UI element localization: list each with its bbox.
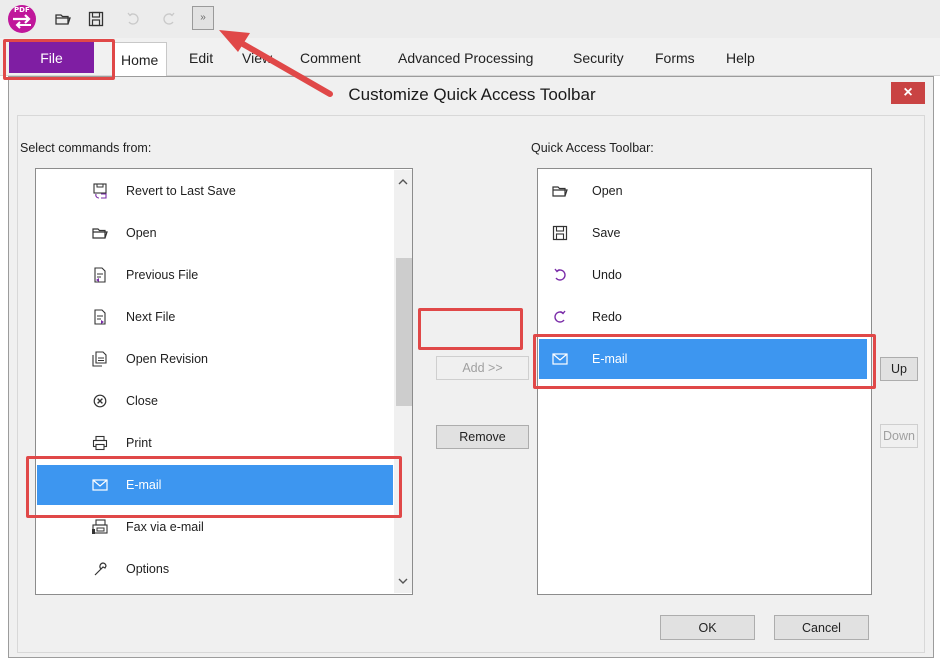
command-label: Close <box>126 394 158 408</box>
toolbar-item-label: Undo <box>592 268 622 282</box>
undo-icon[interactable] <box>122 8 144 30</box>
toolbar-list[interactable]: Open Save Undo Redo E-mail <box>537 168 872 595</box>
close-icon: × <box>903 84 913 101</box>
list-item-selected[interactable]: E-mail <box>37 465 393 505</box>
toolbar-item-label: Open <box>592 184 623 198</box>
list-item[interactable]: Undo <box>539 255 870 295</box>
revert-icon <box>91 182 109 200</box>
close-circle-icon <box>91 392 109 410</box>
quick-access-bar: PDF » <box>0 0 940 38</box>
tab-forms[interactable]: Forms <box>655 50 695 66</box>
command-label: Options <box>126 562 170 576</box>
toolbar-item-label: Redo <box>592 310 622 324</box>
open-revision-icon <box>91 350 109 368</box>
cancel-button[interactable]: Cancel <box>774 615 869 640</box>
commands-scrollbar[interactable] <box>394 170 412 593</box>
tab-view[interactable]: View <box>242 50 272 66</box>
envelope-icon <box>551 350 569 368</box>
list-item-selected[interactable]: E-mail <box>539 339 867 379</box>
dialog-body: Select commands from: Quick Access Toolb… <box>17 115 925 653</box>
scroll-down-icon[interactable] <box>394 573 412 589</box>
tab-home[interactable]: Home <box>112 42 168 76</box>
tab-security[interactable]: Security <box>573 50 624 66</box>
command-label: Previous File <box>126 268 199 282</box>
customize-qat-dialog: Customize Quick Access Toolbar × Select … <box>8 76 934 658</box>
list-item[interactable]: Redo <box>539 297 870 337</box>
list-item[interactable]: Open <box>539 171 870 211</box>
page-bottom <box>0 658 940 666</box>
redo-icon[interactable] <box>158 8 180 30</box>
commands-label: Select commands from: <box>20 141 152 155</box>
tab-advanced-processing[interactable]: Advanced Processing <box>398 50 533 66</box>
ok-button[interactable]: OK <box>660 615 755 640</box>
remove-button[interactable]: Remove <box>436 425 529 449</box>
scroll-up-icon[interactable] <box>394 174 412 190</box>
command-label: Next File <box>126 310 176 324</box>
wrench-icon <box>91 560 109 578</box>
toolbar-item-label: E-mail <box>592 352 628 366</box>
previous-file-icon <box>91 266 109 284</box>
command-label: Open Revision <box>126 352 208 366</box>
list-item[interactable]: Close <box>37 381 395 421</box>
save-disk-icon <box>551 224 569 242</box>
add-button[interactable]: Add >> <box>436 356 529 380</box>
save-disk-icon[interactable] <box>85 8 107 30</box>
file-tab[interactable]: File <box>9 42 94 73</box>
redo-icon <box>551 308 569 326</box>
list-item[interactable]: Open <box>37 213 395 253</box>
undo-icon <box>551 266 569 284</box>
list-item[interactable]: Previous File <box>37 255 395 295</box>
list-item[interactable]: Options <box>37 549 395 589</box>
dialog-title: Customize Quick Access Toolbar <box>348 85 596 104</box>
open-folder-icon <box>551 182 569 200</box>
toolbar-label: Quick Access Toolbar: <box>531 141 654 155</box>
move-down-button[interactable]: Down <box>880 424 918 448</box>
scroll-thumb[interactable] <box>396 258 412 406</box>
app-logo: PDF <box>8 5 36 33</box>
move-up-button[interactable]: Up <box>880 357 918 381</box>
list-item[interactable]: Revert to Last Save <box>37 171 395 211</box>
printer-icon <box>91 434 109 452</box>
list-item[interactable]: Print <box>37 423 395 463</box>
list-item[interactable]: Next File <box>37 297 395 337</box>
command-label: Revert to Last Save <box>126 184 236 198</box>
toolbar-item-label: Save <box>592 226 621 240</box>
tab-comment[interactable]: Comment <box>300 50 361 66</box>
envelope-icon <box>91 476 109 494</box>
command-label: Fax via e-mail <box>126 520 204 534</box>
tab-help[interactable]: Help <box>726 50 755 66</box>
list-item[interactable]: Fax via e-mail <box>37 507 395 547</box>
tab-edit[interactable]: Edit <box>189 50 213 66</box>
command-label: E-mail <box>126 478 162 492</box>
list-item[interactable]: Open Revision <box>37 339 395 379</box>
open-folder-icon[interactable] <box>52 8 74 30</box>
next-file-icon <box>91 308 109 326</box>
close-button[interactable]: × <box>891 82 925 104</box>
list-item[interactable]: Save <box>539 213 870 253</box>
fax-icon <box>91 518 109 536</box>
command-label: Open <box>126 226 157 240</box>
open-folder-icon <box>91 224 109 242</box>
commands-list[interactable]: Revert to Last Save Open Previous File N… <box>35 168 413 595</box>
command-label: Print <box>126 436 152 450</box>
customize-chevron-icon[interactable]: » <box>192 6 214 30</box>
